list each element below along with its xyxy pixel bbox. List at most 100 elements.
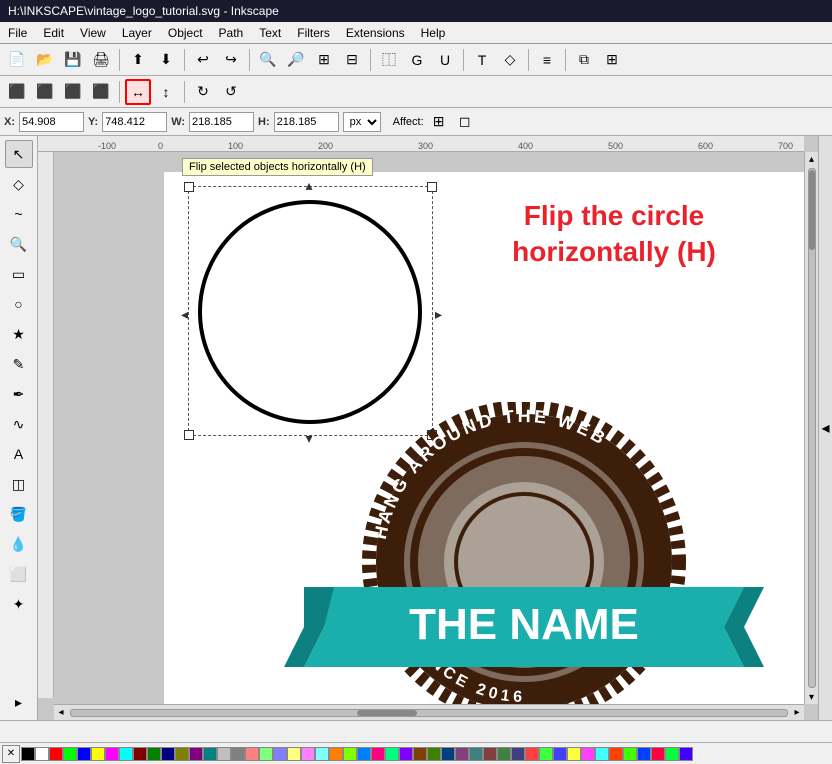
color-swatch-14[interactable] [217, 747, 231, 761]
align-left-edge[interactable]: ⬛ [4, 79, 30, 105]
color-swatch-19[interactable] [287, 747, 301, 761]
toolbar1-btn-2[interactable]: 💾 [60, 47, 86, 73]
color-swatch-42[interactable] [609, 747, 623, 761]
color-swatch-18[interactable] [273, 747, 287, 761]
color-swatch-43[interactable] [623, 747, 637, 761]
flip-h[interactable]: ↔ [125, 79, 151, 105]
handle-ml[interactable]: ◂ [181, 306, 188, 323]
color-swatch-34[interactable] [497, 747, 511, 761]
toolbar1-btn-5[interactable]: ⬆ [125, 47, 151, 73]
v-scrollbar[interactable]: ▴ ▾ [804, 152, 818, 704]
align-center-h[interactable]: ⬛ [32, 79, 58, 105]
toolbar1-btn-12[interactable]: 🔎 [283, 47, 309, 73]
toolbar1-btn-21[interactable]: ◇ [497, 47, 523, 73]
menu-item-file[interactable]: File [0, 24, 35, 42]
x-coord-input[interactable] [19, 112, 84, 132]
menu-item-help[interactable]: Help [413, 24, 454, 42]
toolbar1-btn-6[interactable]: ⬇ [153, 47, 179, 73]
toolbar1-btn-13[interactable]: ⊞ [311, 47, 337, 73]
right-panel-toggle[interactable]: ◂ [818, 136, 832, 720]
tool-btn-12[interactable]: 🪣 [5, 500, 33, 528]
tool-btn-5[interactable]: ○ [5, 290, 33, 318]
unit-select[interactable]: px [343, 112, 381, 132]
color-swatch-16[interactable] [245, 747, 259, 761]
color-swatch-21[interactable] [315, 747, 329, 761]
color-swatch-31[interactable] [455, 747, 469, 761]
v-scroll-up[interactable]: ▴ [806, 152, 818, 166]
toolbar1-btn-26[interactable]: ⊞ [599, 47, 625, 73]
color-swatch-24[interactable] [357, 747, 371, 761]
toolbar1-btn-8[interactable]: ↩ [190, 47, 216, 73]
h-scrollbar[interactable]: ◂ ▸ [54, 704, 804, 720]
h-scroll-right[interactable]: ▸ [790, 706, 804, 720]
color-swatch-0[interactable] [21, 747, 35, 761]
color-swatch-12[interactable] [189, 747, 203, 761]
color-swatch-23[interactable] [343, 747, 357, 761]
handle-mr[interactable]: ▸ [435, 306, 442, 323]
toolbar1-btn-3[interactable]: 🖨 [88, 47, 114, 73]
color-swatch-32[interactable] [469, 747, 483, 761]
align-top-edge[interactable]: ⬛ [88, 79, 114, 105]
color-swatch-36[interactable] [525, 747, 539, 761]
logo-svg[interactable]: HANG AROUND THE WEB SINCE 2016 [284, 402, 764, 720]
toolbar1-btn-17[interactable]: G [404, 47, 430, 73]
color-swatch-5[interactable] [91, 747, 105, 761]
tool-btn-8[interactable]: ✒ [5, 380, 33, 408]
toolbar1-btn-20[interactable]: T [469, 47, 495, 73]
color-swatch-27[interactable] [399, 747, 413, 761]
color-swatch-37[interactable] [539, 747, 553, 761]
tool-btn-6[interactable]: ★ [5, 320, 33, 348]
tool-btn-10[interactable]: A [5, 440, 33, 468]
tool-btn-15[interactable]: ✦ [5, 590, 33, 618]
v-scroll-thumb[interactable] [809, 170, 815, 250]
toolbar1-btn-14[interactable]: ⊟ [339, 47, 365, 73]
tool-btn-4[interactable]: ▭ [5, 260, 33, 288]
color-swatch-44[interactable] [637, 747, 651, 761]
color-swatch-9[interactable] [147, 747, 161, 761]
tool-btn-11[interactable]: ◫ [5, 470, 33, 498]
tool-btn-14[interactable]: ⬜ [5, 560, 33, 588]
color-swatch-33[interactable] [483, 747, 497, 761]
menu-item-view[interactable]: View [72, 24, 114, 42]
y-coord-input[interactable] [102, 112, 167, 132]
h-coord-input[interactable] [274, 112, 339, 132]
tool-btn-7[interactable]: ✎ [5, 350, 33, 378]
color-swatch-35[interactable] [511, 747, 525, 761]
color-swatch-39[interactable] [567, 747, 581, 761]
align-right-edge[interactable]: ⬛ [60, 79, 86, 105]
tool-btn-0[interactable]: ↖ [5, 140, 33, 168]
menu-item-edit[interactable]: Edit [35, 24, 72, 42]
menu-item-object[interactable]: Object [160, 24, 211, 42]
color-swatch-46[interactable] [665, 747, 679, 761]
color-swatch-6[interactable] [105, 747, 119, 761]
affect-btn-1[interactable]: ◻ [454, 111, 476, 133]
color-swatch-26[interactable] [385, 747, 399, 761]
color-swatch-45[interactable] [651, 747, 665, 761]
color-swatch-17[interactable] [259, 747, 273, 761]
menu-item-text[interactable]: Text [251, 24, 289, 42]
toolbar1-btn-23[interactable]: ≡ [534, 47, 560, 73]
toolbar1-btn-9[interactable]: ↪ [218, 47, 244, 73]
color-swatch-15[interactable] [231, 747, 245, 761]
circle-object[interactable] [190, 188, 430, 436]
h-scroll-left[interactable]: ◂ [54, 706, 68, 720]
color-swatch-47[interactable] [679, 747, 693, 761]
color-swatch-29[interactable] [427, 747, 441, 761]
color-swatch-30[interactable] [441, 747, 455, 761]
flip-v[interactable]: ↕ [153, 79, 179, 105]
color-swatch-4[interactable] [77, 747, 91, 761]
tool-btn-2[interactable]: ~ [5, 200, 33, 228]
tool-btn-1[interactable]: ◇ [5, 170, 33, 198]
toolbar1-btn-18[interactable]: U [432, 47, 458, 73]
color-swatch-40[interactable] [581, 747, 595, 761]
toolbar1-btn-25[interactable]: ⧉ [571, 47, 597, 73]
color-swatch-25[interactable] [371, 747, 385, 761]
color-swatch-41[interactable] [595, 747, 609, 761]
color-swatch-20[interactable] [301, 747, 315, 761]
color-swatch-1[interactable] [35, 747, 49, 761]
color-swatch-10[interactable] [161, 747, 175, 761]
no-color-swatch[interactable]: ✕ [2, 745, 20, 763]
color-swatch-8[interactable] [133, 747, 147, 761]
rotate-ccw[interactable]: ↺ [218, 79, 244, 105]
toolbar1-btn-0[interactable]: 📄 [4, 47, 30, 73]
